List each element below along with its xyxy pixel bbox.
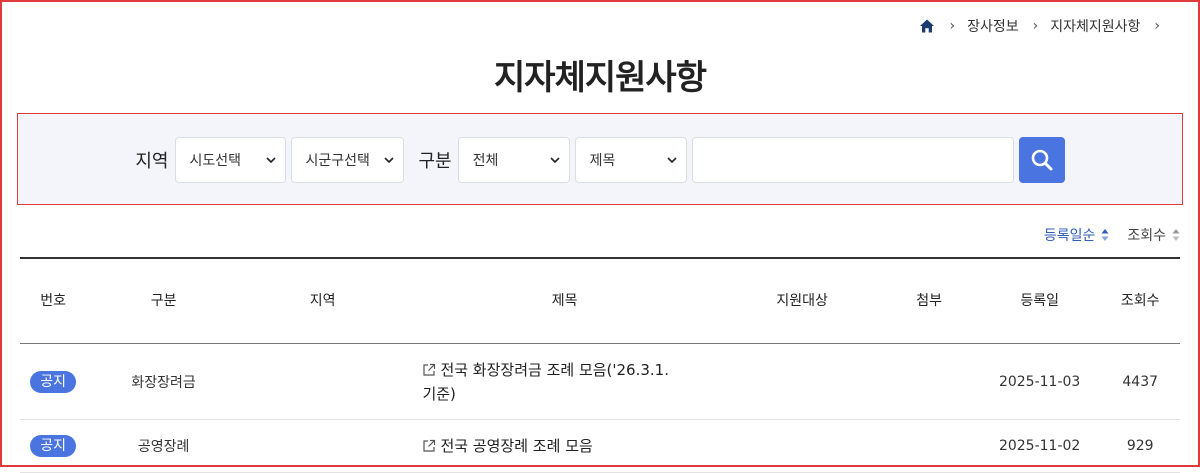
column-header-views: 조회수: [1100, 259, 1180, 344]
sort-arrows-icon: [1172, 229, 1180, 241]
search-button[interactable]: [1018, 137, 1065, 183]
row-title-cell: 전국 공영장례 조례 모음: [404, 419, 725, 473]
sort-arrows-icon: [1101, 229, 1109, 241]
chevron-down-icon: [667, 157, 677, 164]
search-panel: 지역 시도선택 시군구선택 구분 전체 제목: [17, 113, 1183, 205]
breadcrumb: › 장사정보 › 지자체지원사항 ›: [919, 15, 1172, 37]
breadcrumb-home[interactable]: [919, 18, 935, 34]
table-row[interactable]: 공지 화장장려금 전국 화장장려금 조례 모음('26.3.1. 기준) 202…: [20, 343, 1180, 420]
column-header-date: 등록일: [978, 259, 1101, 344]
breadcrumb-item-2[interactable]: 지자체지원사항: [1050, 16, 1140, 36]
row-date: 2025-11-02: [978, 419, 1101, 473]
row-date: 2025-11-03: [978, 343, 1101, 420]
row-target: [724, 343, 880, 420]
sort-by-date[interactable]: 등록일순: [1044, 225, 1110, 245]
sido-select[interactable]: 시도선택: [174, 137, 286, 183]
board-table: 번호 구분 지역 제목 지원대상 첨부 등록일 조회수 공지 화장장려금 전국 …: [20, 257, 1180, 473]
external-link-icon: [423, 363, 436, 376]
region-label: 지역: [135, 151, 169, 172]
sort-by-views[interactable]: 조회수: [1127, 225, 1180, 245]
row-views: 929: [1100, 419, 1180, 473]
row-target: [724, 419, 880, 473]
sort-by-views-label: 조회수: [1127, 228, 1166, 244]
external-link-icon: [423, 439, 436, 452]
row-title-text: 전국 공영장례 조례 모음: [440, 437, 593, 455]
chevron-right-icon: ›: [1032, 18, 1039, 34]
table-header-row: 번호 구분 지역 제목 지원대상 첨부 등록일 조회수: [20, 259, 1180, 344]
row-category: 화장장려금: [86, 343, 241, 420]
notice-badge: 공지: [30, 435, 77, 457]
row-region: [240, 343, 405, 420]
row-title-cell: 전국 화장장려금 조례 모음('26.3.1. 기준): [404, 343, 725, 420]
category-select-value: 전체: [472, 153, 499, 169]
row-title-link[interactable]: 전국 화장장려금 조례 모음('26.3.1. 기준): [422, 358, 672, 406]
row-number-cell: 공지: [20, 343, 87, 420]
field-select[interactable]: 제목: [574, 137, 687, 183]
row-views: 4437: [1100, 343, 1180, 420]
row-region: [240, 419, 405, 473]
chevron-right-icon: ›: [949, 18, 956, 34]
chevron-down-icon: [383, 157, 394, 164]
row-attachment: [879, 343, 979, 420]
row-number-cell: 공지: [20, 419, 87, 473]
sort-bar: 등록일순 조회수: [1026, 225, 1180, 245]
row-title-link[interactable]: 전국 공영장례 조례 모음: [422, 434, 593, 458]
home-icon[interactable]: [919, 18, 935, 34]
row-attachment: [879, 419, 979, 473]
notice-badge: 공지: [30, 370, 77, 393]
search-input[interactable]: [691, 137, 1014, 183]
sido-select-value: 시도선택: [189, 153, 242, 169]
chevron-down-icon: [550, 157, 560, 164]
row-category: 공영장례: [86, 419, 241, 473]
chevron-right-icon: ›: [1154, 18, 1160, 34]
category-select[interactable]: 전체: [457, 137, 570, 183]
breadcrumb-item-1[interactable]: 장사정보: [967, 16, 1019, 36]
column-header-number: 번호: [20, 259, 87, 344]
search-row: 지역 시도선택 시군구선택 구분 전체 제목: [18, 136, 1182, 184]
page-title: 지자체지원사항: [494, 58, 707, 98]
column-header-category: 구분: [86, 259, 241, 344]
sigungu-select-value: 시군구선택: [305, 153, 370, 169]
column-header-region: 지역: [240, 259, 405, 344]
sigungu-select[interactable]: 시군구선택: [290, 137, 404, 183]
search-icon: [1031, 149, 1053, 171]
column-header-title: 제목: [404, 259, 725, 344]
column-header-attachment: 첨부: [879, 259, 979, 344]
chevron-down-icon: [265, 157, 276, 164]
row-title-text: 전국 화장장려금 조례 모음('26.3.1. 기준): [422, 360, 669, 403]
field-select-value: 제목: [589, 153, 616, 169]
category-label: 구분: [418, 151, 452, 172]
sort-by-date-label: 등록일순: [1043, 228, 1096, 244]
column-header-target: 지원대상: [724, 259, 880, 344]
table-row[interactable]: 공지 공영장례 전국 공영장례 조례 모음 2025-11-02 929: [20, 419, 1180, 473]
column-header-views-label: 조회수: [1120, 293, 1160, 309]
